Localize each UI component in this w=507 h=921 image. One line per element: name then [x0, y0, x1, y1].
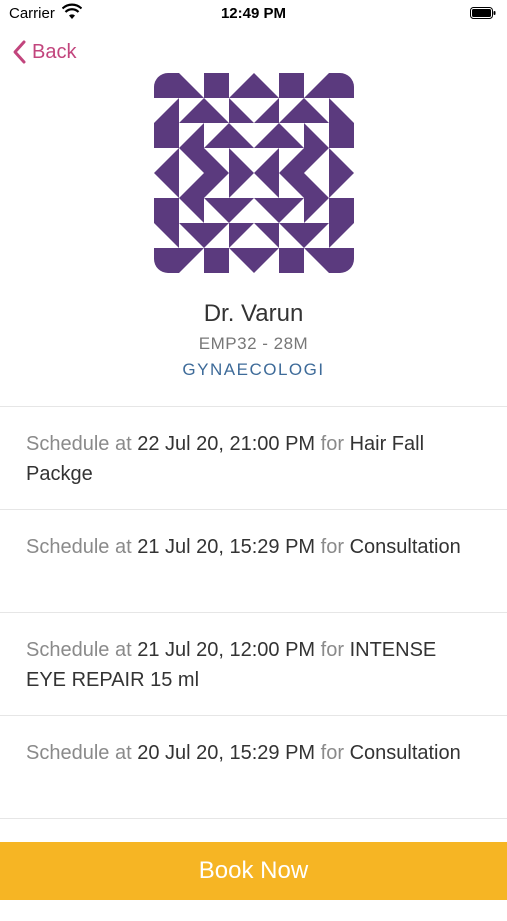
schedule-service: Consultation [349, 742, 461, 764]
schedule-for: for [320, 742, 344, 764]
schedule-service: Consultation [349, 536, 461, 558]
avatar-pattern-icon [154, 73, 354, 273]
schedule-datetime: 20 Jul 20, 15:29 PM [137, 742, 316, 764]
schedule-prefix: Schedule at [26, 742, 132, 764]
doctor-name: Dr. Varun [203, 300, 304, 327]
status-bar: Carrier 12:49 PM [0, 0, 507, 28]
avatar [154, 73, 354, 273]
clock: 12:49 PM [220, 5, 287, 22]
employee-info: EMP32 - 28M [198, 334, 309, 353]
chevron-left-icon [13, 40, 26, 64]
back-label: Back [32, 40, 77, 63]
schedule-prefix: Schedule at [26, 639, 132, 661]
schedule-item[interactable]: Schedule at 21 Jul 20, 12:00 PM for INTE… [0, 612, 507, 715]
schedule-for: for [320, 536, 344, 558]
schedule-datetime: 21 Jul 20, 12:00 PM [137, 639, 316, 661]
schedule-datetime: 21 Jul 20, 15:29 PM [137, 536, 316, 558]
schedule-item[interactable]: Schedule at 22 Jul 20, 21:00 PM for Hair… [0, 406, 507, 509]
schedule-for: for [320, 639, 344, 661]
schedule-datetime: 22 Jul 20, 21:00 PM [137, 433, 316, 455]
schedule-prefix: Schedule at [26, 536, 132, 558]
schedule-item[interactable]: Schedule at 20 Jul 20, 15:29 PM for Cons… [0, 715, 507, 818]
schedule-for: for [320, 433, 344, 455]
back-button[interactable]: Back [10, 38, 76, 66]
department-label: GYNAECOLOGI [182, 360, 325, 379]
book-now-button[interactable]: Book Now [0, 842, 507, 900]
schedule-item[interactable]: Schedule at 21 Jul 20, 15:29 PM for Cons… [0, 509, 507, 612]
schedule-prefix: Schedule at [26, 433, 132, 455]
battery-icon [470, 7, 496, 19]
